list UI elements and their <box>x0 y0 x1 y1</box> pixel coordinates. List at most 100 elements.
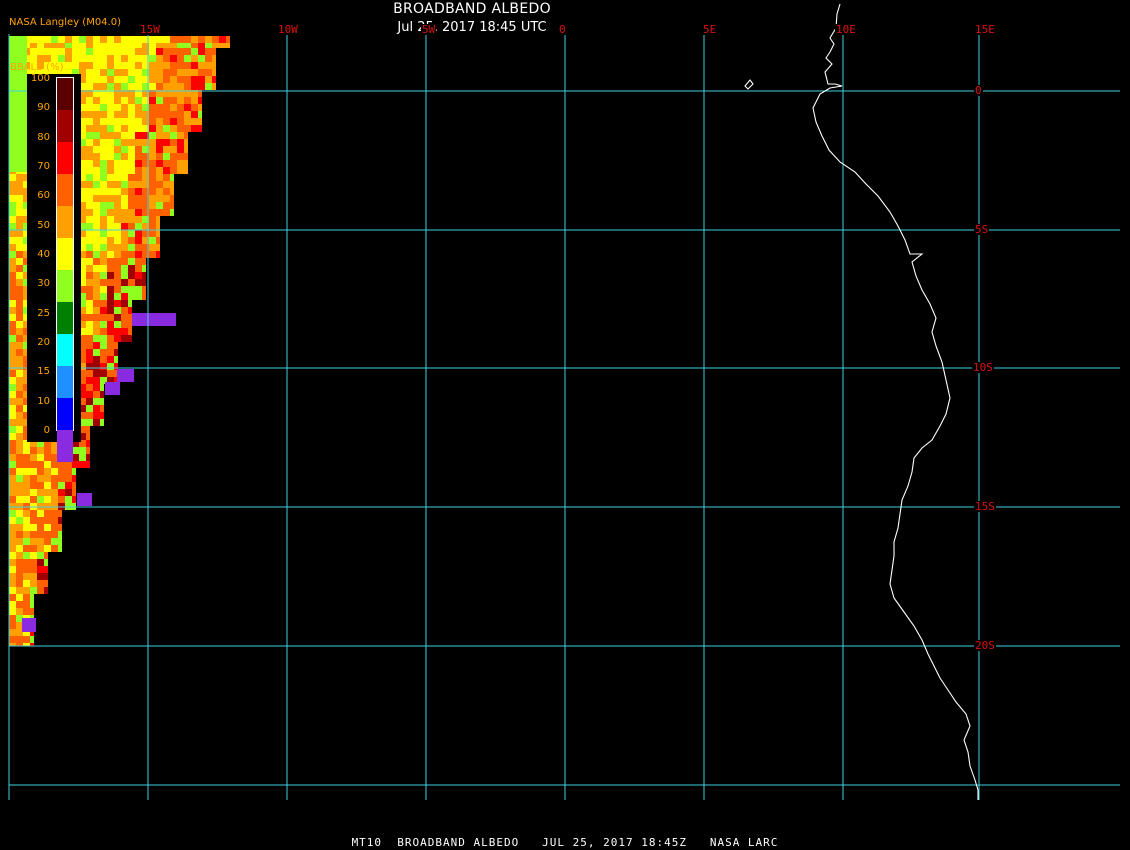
albedo-cell <box>86 363 93 370</box>
albedo-cell <box>107 48 114 55</box>
albedo-cell <box>86 286 93 293</box>
albedo-cell <box>86 440 90 447</box>
albedo-cell <box>86 391 93 398</box>
albedo-cell <box>114 36 121 43</box>
albedo-cell <box>100 265 107 272</box>
albedo-cell <box>9 363 16 370</box>
albedo-cell <box>114 272 121 279</box>
albedo-cell <box>121 216 128 223</box>
albedo-cell <box>128 251 135 258</box>
albedo-cell <box>86 223 93 230</box>
albedo-cell <box>107 188 114 195</box>
albedo-cell <box>107 209 114 216</box>
albedo-cell <box>37 454 44 461</box>
albedo-cell <box>16 601 23 608</box>
albedo-cell <box>100 286 107 293</box>
albedo-cell <box>128 258 135 265</box>
albedo-cell <box>149 43 156 48</box>
albedo-cell <box>121 36 128 43</box>
albedo-cell <box>100 419 104 426</box>
albedo-cell <box>121 202 128 209</box>
albedo-cell <box>107 342 114 349</box>
albedo-cell <box>156 55 163 62</box>
albedo-cell <box>16 258 23 265</box>
albedo-cell <box>86 265 93 272</box>
albedo-cell <box>9 230 16 237</box>
albedo-cell <box>23 475 30 482</box>
albedo-cell <box>100 258 107 265</box>
albedo-cell <box>9 237 16 244</box>
albedo-cell <box>121 223 128 230</box>
albedo-cell <box>30 48 37 55</box>
albedo-cell <box>44 531 51 538</box>
albedo-cell <box>135 202 142 209</box>
albedo-cell <box>100 405 104 412</box>
albedo-cell <box>93 202 100 209</box>
albedo-cell <box>93 335 100 342</box>
albedo-cell <box>107 160 114 167</box>
albedo-cell <box>163 174 170 181</box>
albedo-cell <box>93 328 100 335</box>
albedo-cell <box>121 83 128 90</box>
albedo-cell <box>107 244 114 251</box>
legend-value-label: 15 <box>37 366 50 378</box>
albedo-cell <box>9 426 16 433</box>
albedo-cell <box>135 104 142 111</box>
albedo-cell <box>163 188 170 195</box>
albedo-cell <box>86 356 93 363</box>
albedo-cell <box>93 55 100 62</box>
albedo-cell <box>184 83 191 90</box>
albedo-cell <box>128 146 135 153</box>
albedo-cell <box>198 76 205 83</box>
lon-label: 10W <box>277 23 299 36</box>
albedo-cell <box>121 314 128 321</box>
legend-swatch <box>57 430 73 462</box>
albedo-cell <box>93 251 100 258</box>
albedo-cell <box>30 482 37 489</box>
albedo-cell <box>23 552 30 559</box>
albedo-cell <box>9 286 16 293</box>
albedo-cell <box>177 111 184 118</box>
albedo-cell <box>23 496 30 503</box>
legend-swatch <box>57 206 73 238</box>
albedo-cell <box>191 111 198 118</box>
albedo-cell <box>149 132 156 139</box>
albedo-cell <box>9 244 16 251</box>
albedo-cell <box>128 48 135 55</box>
albedo-cell <box>93 216 100 223</box>
lat-label: 15S <box>974 500 996 513</box>
albedo-cell <box>86 328 93 335</box>
color-legend: BBALB (%) 100 90 80 70 60 50 40 30 25 20 15 10 0 <box>10 62 81 462</box>
albedo-cell <box>100 43 107 48</box>
albedo-cell <box>100 188 107 195</box>
albedo-cell <box>23 489 30 496</box>
albedo-cell <box>9 328 16 335</box>
albedo-cell <box>142 279 146 286</box>
albedo-cell <box>16 377 23 384</box>
albedo-cell <box>149 83 156 90</box>
albedo-cell <box>16 419 23 426</box>
albedo-cell <box>100 104 107 111</box>
albedo-cell <box>128 188 135 195</box>
albedo-cell <box>30 531 37 538</box>
albedo-cell <box>128 125 135 132</box>
albedo-cell <box>121 167 128 174</box>
albedo-cell <box>163 62 170 69</box>
albedo-cell <box>149 125 156 132</box>
albedo-cell <box>93 237 100 244</box>
albedo-cell <box>86 377 93 384</box>
albedo-cell <box>135 181 142 188</box>
albedo-cell <box>107 370 114 377</box>
albedo-cell <box>16 335 23 342</box>
albedo-cell <box>114 62 121 69</box>
albedo-cell <box>107 118 114 125</box>
albedo-cell <box>184 76 191 83</box>
albedo-cell <box>72 475 76 482</box>
albedo-cell <box>114 363 118 370</box>
albedo-cell <box>16 594 23 601</box>
albedo-cell <box>93 377 100 384</box>
albedo-cell <box>114 244 121 251</box>
albedo-cell <box>149 111 156 118</box>
albedo-cell <box>93 391 100 398</box>
albedo-cell <box>44 489 51 496</box>
